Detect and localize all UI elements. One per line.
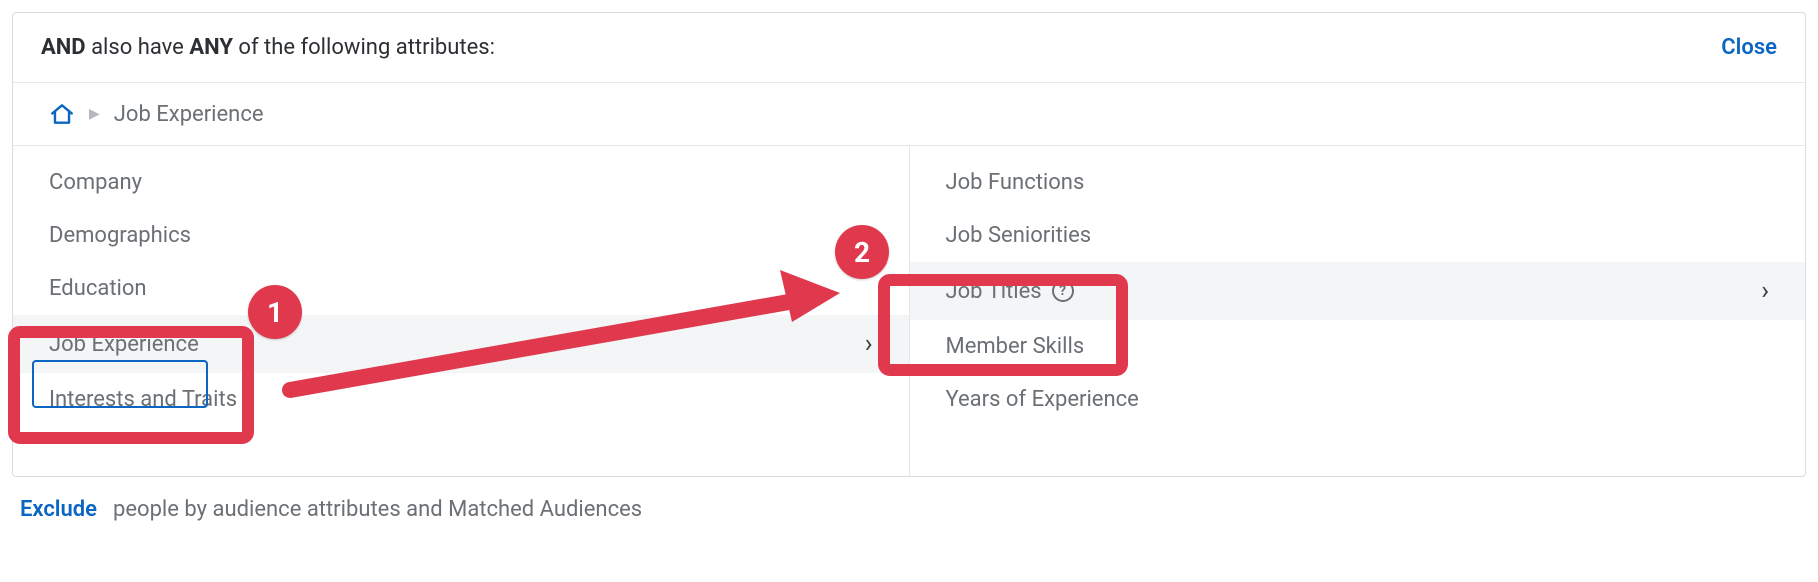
header-suffix: of the following attributes:	[233, 35, 495, 60]
breadcrumb: ▶ Job Experience	[13, 83, 1805, 146]
list-item-label: Job Experience	[49, 332, 199, 357]
list-item-label: Job Seniorities	[946, 223, 1092, 248]
category-demographics[interactable]: Demographics	[13, 209, 909, 262]
breadcrumb-current: Job Experience	[114, 102, 264, 127]
category-interests-traits[interactable]: Interests and Traits	[13, 373, 909, 426]
list-item-label: Job Functions	[946, 170, 1085, 195]
help-icon[interactable]: ?	[1052, 280, 1074, 302]
list-item-label: Interests and Traits	[49, 387, 237, 412]
list-item-label: Years of Experience	[946, 387, 1139, 412]
chevron-right-icon: ›	[1761, 276, 1769, 306]
subcategory-member-skills[interactable]: Member Skills	[910, 320, 1806, 373]
category-education[interactable]: Education	[13, 262, 909, 315]
attribute-panel: AND also have ANY of the following attri…	[12, 12, 1806, 477]
footer-text: people by audience attributes and Matche…	[113, 497, 642, 522]
panel-header: AND also have ANY of the following attri…	[13, 13, 1805, 83]
subcategory-job-seniorities[interactable]: Job Seniorities	[910, 209, 1806, 262]
and-bold: AND	[41, 35, 86, 60]
list-item-label: Member Skills	[946, 334, 1085, 359]
category-company[interactable]: Company	[13, 156, 909, 209]
list-item-label: Job Titles	[946, 279, 1042, 304]
home-icon[interactable]	[49, 101, 75, 127]
subcategory-years-experience[interactable]: Years of Experience	[910, 373, 1806, 426]
subcategory-column: Job Functions Job Seniorities Job Titles…	[910, 146, 1806, 476]
category-column: Company Demographics Education Job Exper…	[13, 146, 910, 476]
annotation-badge-2: 2	[835, 225, 889, 279]
annotation-badge-1: 1	[248, 285, 302, 339]
list-item-label-wrap: Job Titles ?	[946, 279, 1074, 304]
exclude-button[interactable]: Exclude	[20, 497, 97, 522]
list-item-label: Education	[49, 276, 147, 301]
breadcrumb-separator-icon: ▶	[89, 106, 100, 122]
close-button[interactable]: Close	[1721, 35, 1777, 60]
chevron-right-icon: ›	[865, 329, 873, 359]
panel-title: AND also have ANY of the following attri…	[41, 35, 495, 60]
list-item-label: Demographics	[49, 223, 191, 248]
category-job-experience[interactable]: Job Experience ›	[13, 315, 909, 373]
header-mid: also have	[86, 35, 190, 60]
list-item-label: Company	[49, 170, 142, 195]
subcategory-job-functions[interactable]: Job Functions	[910, 156, 1806, 209]
footer: Exclude people by audience attributes and…	[12, 477, 1806, 522]
any-bold: ANY	[189, 35, 233, 60]
subcategory-job-titles[interactable]: Job Titles ? ›	[910, 262, 1806, 320]
